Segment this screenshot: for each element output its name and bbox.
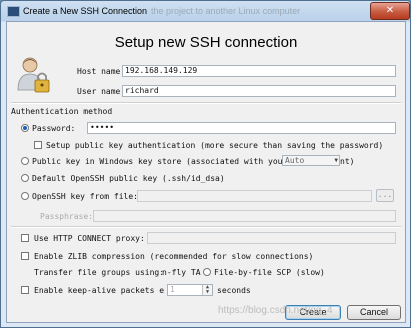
transfer-option-onthefly[interactable]: n-fly TA (162, 268, 201, 277)
window-title: Create a New SSH Connection (23, 6, 148, 16)
keep-alive-checkbox[interactable] (21, 286, 29, 294)
default-openssh-key-label: Default OpenSSH public key (.ssh/id_dsa) (32, 174, 225, 183)
passphrase-label: Passphrase: (40, 212, 93, 221)
openssh-key-file-radio[interactable] (21, 192, 29, 200)
password-field[interactable]: ••••• (87, 122, 396, 134)
page-title: Setup new SSH connection (114, 34, 298, 51)
keep-alive-seconds-value: 1 (170, 285, 175, 294)
auth-method-label: Authentication method (11, 107, 113, 116)
watermark: https://blog.csdn.net/qq_4 (218, 305, 333, 316)
chevron-down-icon: ▼ (334, 157, 338, 164)
public-key-setup-label: Setup public key authentication (more se… (46, 141, 384, 150)
password-label: Password: (32, 124, 76, 133)
keep-alive-unit-label: seconds (217, 286, 251, 295)
dialog-body: Setup new SSH connection Host name: 192.… (6, 21, 406, 323)
key-file-path-field[interactable] (137, 190, 372, 202)
separator (11, 226, 401, 228)
password-radio[interactable] (21, 124, 29, 132)
passphrase-field[interactable] (93, 210, 396, 222)
browse-button[interactable]: ... (376, 189, 394, 202)
title-bar[interactable]: Create a New SSH Connection the project … (1, 1, 410, 21)
openssh-key-file-label: OpenSSH key from file: (32, 192, 138, 201)
user-name-field[interactable]: richard (122, 85, 396, 97)
background-window-title: the project to another Linux computer (151, 6, 301, 16)
host-name-field[interactable]: 192.168.149.129 (122, 65, 396, 77)
windows-key-store-label-tail: nt) (340, 157, 355, 166)
user-lock-icon (17, 57, 50, 93)
keep-alive-label: Enable keep-alive packets e (34, 286, 165, 295)
app-icon (7, 6, 20, 17)
keep-alive-seconds-stepper[interactable]: 1 ▲ ▼ (167, 284, 213, 296)
host-name-label: Host name: (77, 67, 126, 76)
public-key-setup-checkbox[interactable] (34, 141, 42, 149)
stepper-arrows-icon[interactable]: ▲ ▼ (202, 285, 212, 295)
dialog-window: Create a New SSH Connection the project … (0, 0, 411, 328)
cancel-button[interactable]: Cancel (347, 305, 401, 320)
transfer-file-by-file-label: File-by-file SCP (slow) (214, 268, 325, 277)
zlib-compression-label: Enable ZLIB compression (recommended for… (34, 252, 314, 261)
http-proxy-checkbox[interactable] (21, 234, 29, 242)
windows-key-store-radio[interactable] (21, 157, 29, 165)
zlib-compression-checkbox[interactable] (21, 252, 29, 260)
close-button[interactable]: ✕ (370, 2, 410, 20)
http-proxy-label: Use HTTP CONNECT proxy: (34, 234, 145, 243)
separator (11, 102, 401, 104)
key-store-select[interactable]: Auto ▼ (282, 155, 340, 166)
user-name-label: User name: (77, 87, 126, 96)
http-proxy-field[interactable] (147, 232, 396, 244)
transfer-groups-label: Transfer file groups using: (34, 268, 165, 277)
key-store-select-value: Auto (285, 156, 305, 165)
transfer-file-by-file-radio[interactable] (203, 268, 211, 276)
default-openssh-key-radio[interactable] (21, 174, 29, 182)
windows-key-store-label: Public key in Windows key store (associa… (32, 157, 283, 166)
